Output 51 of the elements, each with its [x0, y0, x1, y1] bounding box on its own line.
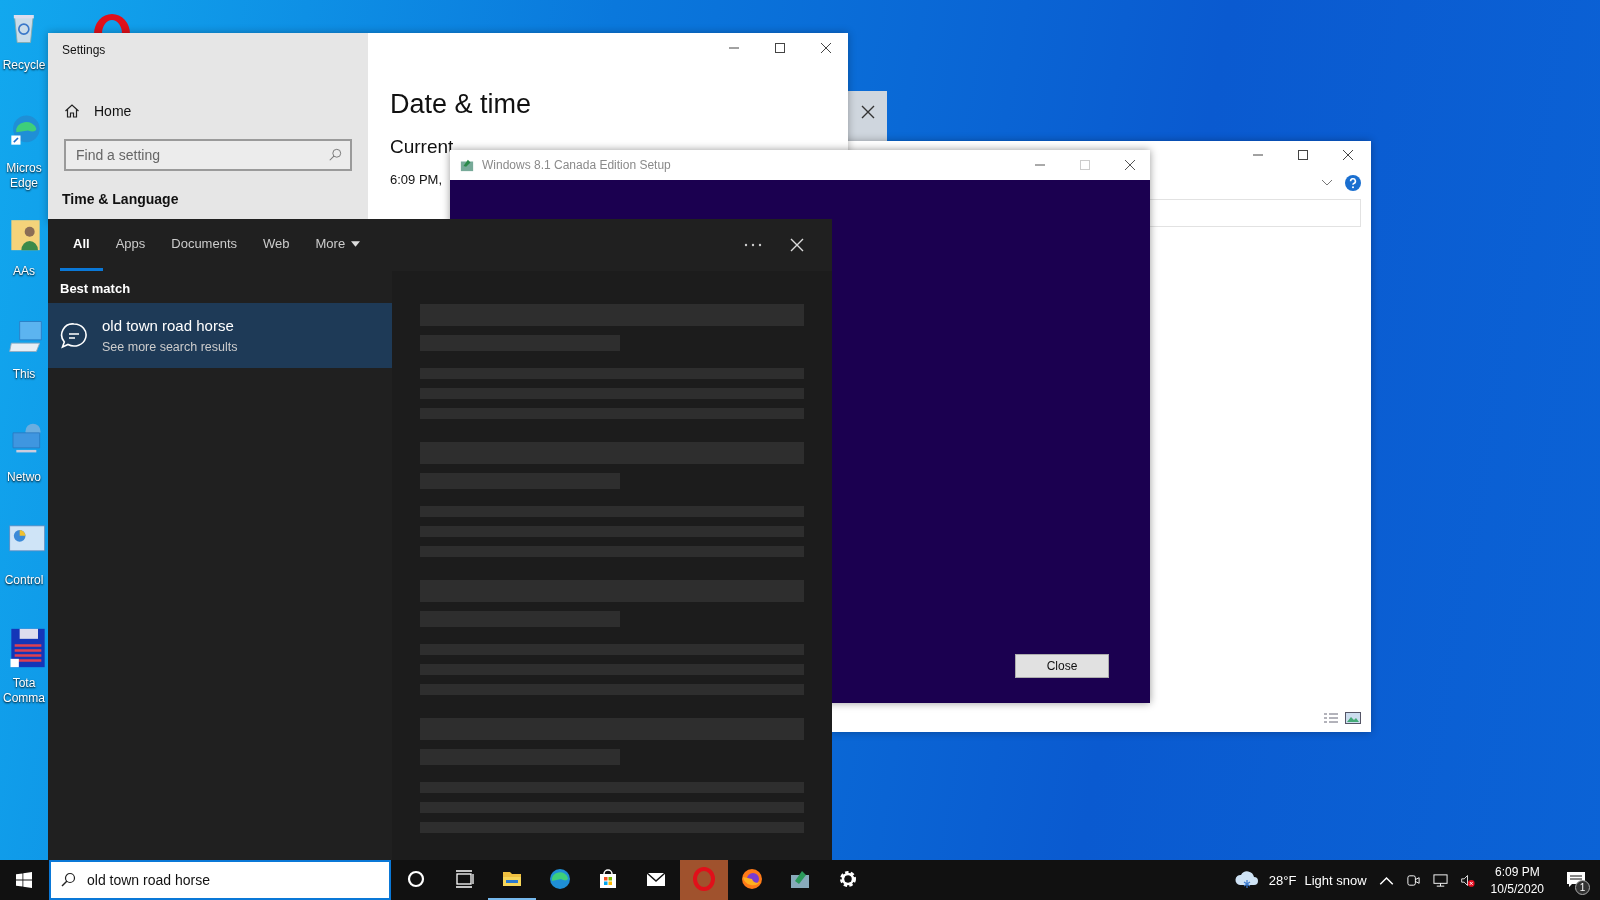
thumbnail-view-icon[interactable]: [1345, 712, 1361, 724]
section-heading: Time & Language: [62, 191, 180, 207]
tab[interactable]: Apps: [102, 219, 159, 271]
menu-tab[interactable]: More: [302, 219, 374, 271]
result-subtitle: See more search results: [102, 340, 238, 354]
search-field[interactable]: old town road horse: [49, 860, 391, 900]
tab[interactable]: All: [60, 219, 103, 271]
chevron-icon[interactable]: [1321, 179, 1333, 187]
network-icon[interactable]: [1432, 872, 1448, 888]
weather-text[interactable]: Light snow: [1304, 872, 1367, 888]
close-icon[interactable]: [860, 105, 875, 119]
caret-icon: [351, 240, 361, 247]
more-options-icon[interactable]: [744, 243, 762, 247]
close-icon[interactable]: [820, 42, 832, 54]
notification-count: 1: [1575, 880, 1590, 895]
muted-speaker-icon[interactable]: [1459, 872, 1475, 888]
maximize-icon[interactable]: [774, 42, 786, 54]
snow-cloud-icon[interactable]: [1232, 870, 1261, 890]
section-heading: Best match: [59, 280, 132, 298]
maximize-icon: [1079, 159, 1091, 171]
setup-icon: [460, 158, 474, 172]
file-manager-icon[interactable]: [8, 626, 48, 670]
browser-icon: [548, 867, 572, 891]
clock-date[interactable]: 10/5/2020: [1490, 881, 1544, 896]
home-icon: [64, 103, 80, 119]
start-icon[interactable]: [16, 872, 32, 888]
subheading: Current: [390, 136, 455, 158]
page-heading: Date & time: [390, 89, 533, 120]
window-title: Settings: [62, 43, 107, 57]
close-icon[interactable]: [1124, 159, 1136, 171]
search-icon: [60, 872, 76, 888]
ring-icon: [692, 867, 716, 891]
camera-icon[interactable]: [1405, 872, 1421, 888]
close-icon[interactable]: [1342, 149, 1354, 161]
result-title: old town road horse: [102, 317, 235, 334]
search-icon: [328, 148, 342, 162]
tab[interactable]: Documents: [158, 219, 250, 271]
home-link[interactable]: Home: [62, 103, 132, 119]
help-icon[interactable]: [1345, 175, 1361, 191]
window-title: Windows 8.1 Canada Edition Setup: [482, 158, 671, 172]
chat-bubble-icon: [60, 321, 88, 350]
search-field[interactable]: Find a setting: [64, 139, 352, 171]
temperature-text[interactable]: 28°F: [1268, 872, 1297, 888]
address-field[interactable]: [1149, 199, 1361, 227]
clock-time[interactable]: 6:09 PM: [1494, 864, 1540, 879]
time-text: 6:09 PM,: [390, 172, 444, 187]
maximize-icon[interactable]: [1297, 149, 1309, 161]
close-button[interactable]: Close: [1015, 654, 1109, 678]
search-result[interactable]: old town road horse See more search results: [48, 303, 392, 368]
fox-globe-icon: [740, 867, 764, 891]
tab[interactable]: Web: [250, 219, 303, 271]
